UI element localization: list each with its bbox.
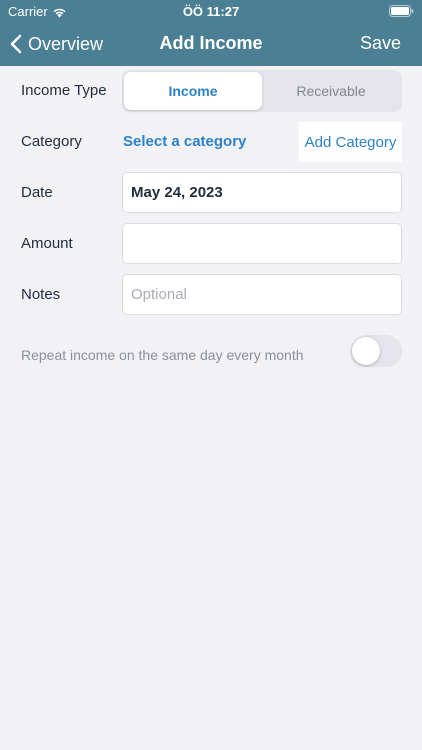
amount-label: Amount (21, 235, 73, 252)
segment-receivable[interactable]: Receivable (262, 72, 400, 110)
toggle-knob (352, 337, 380, 365)
nav-bar: Overview Add Income Save (0, 22, 422, 66)
save-button[interactable]: Save (360, 33, 401, 54)
repeat-label: Repeat income on the same day every mont… (21, 347, 304, 363)
select-category-button[interactable]: Select a category (123, 133, 246, 150)
repeat-toggle[interactable] (350, 335, 402, 367)
status-bar: Carrier ÖÖ 11:27 (0, 0, 422, 22)
date-field[interactable]: May 24, 2023 (122, 172, 402, 213)
notes-label: Notes (21, 286, 61, 303)
date-label: Date (21, 184, 53, 201)
battery-icon (389, 5, 414, 17)
header: Carrier ÖÖ 11:27 Overview Add Income Sav… (0, 0, 422, 66)
amount-field[interactable] (122, 223, 402, 264)
notes-field[interactable] (122, 274, 402, 315)
category-label: Category (21, 133, 82, 150)
chevron-left-icon (10, 34, 22, 54)
status-time: ÖÖ 11:27 (182, 4, 240, 19)
segment-income[interactable]: Income (124, 72, 262, 110)
income-type-label: Income Type (21, 82, 107, 99)
income-type-segmented-control: Income Receivable (122, 70, 402, 112)
back-label: Overview (28, 33, 104, 54)
back-button[interactable]: Overview (10, 30, 103, 58)
add-category-button[interactable]: Add Category (299, 122, 402, 162)
